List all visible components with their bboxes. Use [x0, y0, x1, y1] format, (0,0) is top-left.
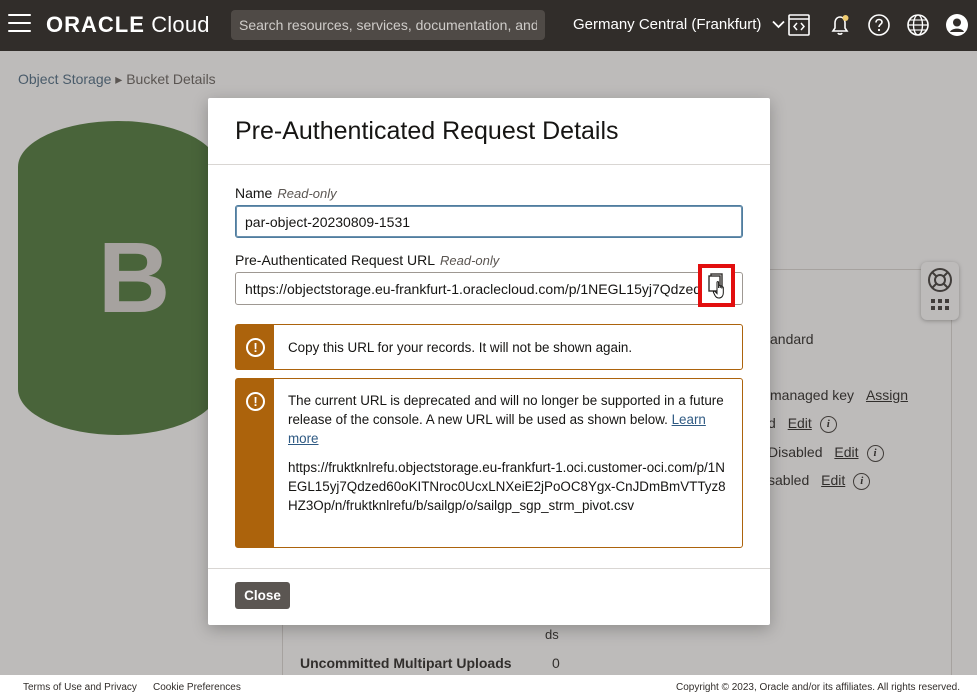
chevron-down-icon [771, 16, 785, 33]
menu-hamburger-icon[interactable] [8, 14, 31, 34]
top-navigation-bar: ORACLE Cloud Germany Central (Frankfurt) [0, 0, 977, 51]
brand-cloud: Cloud [144, 12, 210, 37]
terms-of-use-link[interactable]: Terms of Use and Privacy [23, 682, 137, 693]
dialog-title: Pre-Authenticated Request Details [235, 117, 619, 145]
user-profile-icon[interactable] [945, 13, 969, 37]
region-selector[interactable]: Germany Central (Frankfurt) [573, 16, 785, 33]
name-field-label: Name Read-only [235, 185, 337, 201]
notifications-bell-icon[interactable] [828, 13, 852, 37]
copy-url-warning: ! Copy this URL for your records. It wil… [235, 324, 743, 370]
read-only-tag: Read-only [277, 186, 337, 201]
language-globe-icon[interactable] [906, 13, 930, 37]
help-question-icon[interactable] [867, 13, 891, 37]
header-divider [208, 164, 770, 165]
cookie-preferences-link[interactable]: Cookie Preferences [153, 682, 241, 693]
deprecation-warning: ! The current URL is deprecated and will… [235, 378, 743, 548]
name-label-text: Name [235, 185, 273, 201]
deprecation-text: The current URL is deprecated and will n… [288, 393, 724, 427]
copy-url-button[interactable] [698, 264, 735, 307]
new-url-text: https://fruktknlrefu.objectstorage.eu-fr… [288, 460, 726, 513]
url-label-text: Pre-Authenticated Request URL [235, 252, 435, 268]
read-only-tag: Read-only [440, 253, 500, 268]
copy-clipboard-icon [708, 273, 724, 299]
oracle-cloud-logo[interactable]: ORACLE Cloud [46, 12, 210, 38]
warning-exclamation-icon: ! [246, 338, 265, 357]
search-input[interactable] [231, 10, 545, 40]
brand-oracle: ORACLE [46, 12, 145, 37]
url-field-label: Pre-Authenticated Request URL Read-only [235, 252, 499, 268]
copy-notice-text: Copy this URL for your records. It will … [288, 340, 633, 355]
code-editor-icon[interactable] [787, 13, 811, 37]
deprecation-body: The current URL is deprecated and will n… [288, 391, 730, 515]
par-details-dialog: Pre-Authenticated Request Details Name Re… [208, 98, 770, 625]
warning-exclamation-icon: ! [246, 392, 265, 411]
par-url-field[interactable] [235, 272, 743, 305]
close-button[interactable]: Close [235, 582, 290, 609]
copyright-text: Copyright © 2023, Oracle and/or its affi… [676, 682, 960, 693]
region-label: Germany Central (Frankfurt) [573, 16, 762, 33]
name-field[interactable] [235, 205, 743, 238]
footer-divider [208, 568, 770, 569]
page-footer: Terms of Use and Privacy Cookie Preferen… [0, 675, 977, 696]
